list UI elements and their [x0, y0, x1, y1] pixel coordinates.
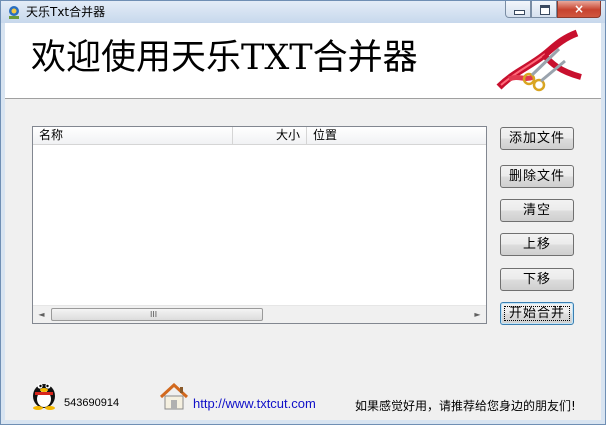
column-location[interactable]: 位置: [307, 127, 486, 144]
move-down-button[interactable]: 下移: [500, 268, 574, 291]
start-merge-button[interactable]: 开始合并: [500, 302, 574, 325]
banner: 欢迎使用天乐TXT合并器: [5, 23, 601, 99]
client-area: 欢迎使用天乐TXT合并器 名称 大小 位置 ◄ III ► 添加文件 删除文件 …: [5, 23, 601, 420]
qq-number: 543690914: [64, 397, 120, 409]
close-button[interactable]: ×: [557, 1, 601, 18]
maximize-button[interactable]: [531, 1, 557, 18]
column-name[interactable]: 名称: [33, 127, 233, 144]
remove-files-button[interactable]: 删除文件: [500, 165, 574, 188]
app-icon: [9, 6, 19, 19]
focus-rect: [504, 306, 570, 321]
scroll-left-icon[interactable]: ◄: [33, 306, 50, 323]
minimize-button[interactable]: [505, 1, 531, 18]
clear-button[interactable]: 清空: [500, 199, 574, 222]
close-icon: ×: [573, 2, 585, 16]
house-icon: [159, 383, 189, 410]
app-window: 天乐Txt合并器 × 欢迎使用天乐TXT合并器 名称 大小 位置 ◄ III ►…: [0, 0, 606, 425]
ribbon-scissors-icon: [496, 29, 582, 92]
file-list[interactable]: 名称 大小 位置 ◄ III ►: [32, 126, 487, 324]
scroll-right-icon[interactable]: ►: [469, 306, 486, 323]
column-size[interactable]: 大小: [233, 127, 307, 144]
scroll-thumb[interactable]: III: [51, 308, 263, 321]
minimize-icon: [514, 10, 525, 15]
title-bar[interactable]: 天乐Txt合并器 ×: [1, 1, 605, 23]
file-list-header: 名称 大小 位置: [33, 127, 486, 145]
add-files-button[interactable]: 添加文件: [500, 127, 574, 150]
website-link[interactable]: http://www.txtcut.com: [193, 396, 316, 411]
promo-text: 如果感觉好用，请推荐给您身边的朋友们!: [355, 399, 576, 413]
caption-buttons: ×: [505, 1, 601, 19]
horizontal-scrollbar[interactable]: ◄ III ►: [33, 305, 486, 323]
move-up-button[interactable]: 上移: [500, 233, 574, 256]
scroll-grip-icon: III: [150, 310, 158, 319]
banner-title: 欢迎使用天乐TXT合并器: [31, 38, 418, 78]
window-title: 天乐Txt合并器: [26, 5, 106, 19]
maximize-icon: [540, 5, 550, 15]
qq-penguin-icon: [33, 383, 55, 410]
footer: 543690914 http://www.txtcut.com 如果感觉好用，请…: [5, 368, 601, 420]
